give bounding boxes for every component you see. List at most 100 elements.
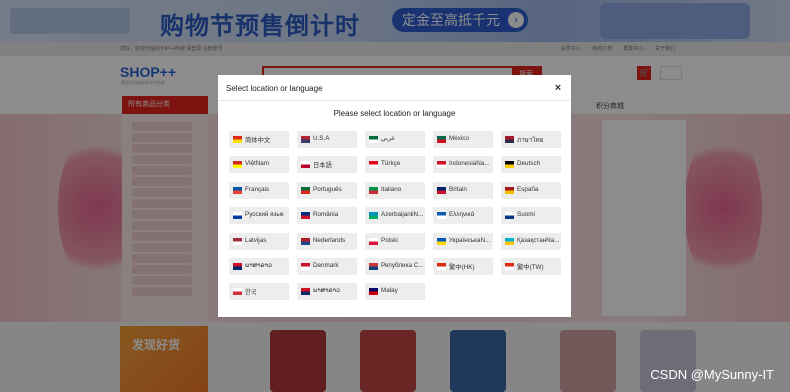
language-option[interactable]: ҚазақстанNa... <box>501 232 561 250</box>
language-option-label: Русский язык <box>245 211 284 219</box>
language-option-label: U.S.A <box>313 135 330 142</box>
language-option[interactable]: Deutsch <box>501 156 561 174</box>
language-option[interactable]: Türkçe <box>365 156 425 174</box>
language-option-label: ภาษาไทย <box>517 137 544 144</box>
language-option[interactable]: Italiano <box>365 181 425 199</box>
dialog-title: Select location or language <box>226 84 323 93</box>
language-option-label: Suomi <box>517 211 535 219</box>
language-option-label: România <box>313 211 339 219</box>
flag-icon <box>505 136 514 143</box>
flag-icon <box>301 237 310 245</box>
language-option-label: AzerbaijanliN... <box>381 211 423 219</box>
language-option-label: Italiano <box>381 185 402 193</box>
flag-icon <box>505 263 514 270</box>
language-option[interactable]: Português <box>297 181 357 199</box>
flag-icon <box>437 263 446 270</box>
flag-icon <box>233 263 242 270</box>
language-option[interactable]: ພາສາລາວ <box>229 258 289 275</box>
language-option[interactable]: 日本語 <box>297 156 357 174</box>
flag-icon <box>437 186 446 194</box>
language-option-label: México <box>449 135 469 142</box>
language-option[interactable]: 繁中(HK) <box>433 258 493 275</box>
close-icon[interactable]: × <box>551 81 565 95</box>
language-option[interactable]: Suomi <box>501 207 561 225</box>
language-option-label: 日本語 <box>313 162 332 170</box>
watermark: CSDN @MySunny-IT <box>650 367 774 382</box>
language-option-label: Polski <box>381 236 398 244</box>
language-option-label: ພາສາລາວ <box>245 262 273 269</box>
language-option[interactable]: 한국 <box>229 283 289 301</box>
language-option[interactable]: España <box>501 181 561 199</box>
language-option-label: ҚазақстанNa... <box>517 236 559 244</box>
language-option-label: Nederlands <box>313 236 346 244</box>
language-option-label: عربي <box>381 135 396 142</box>
language-option[interactable]: Malay <box>365 283 425 301</box>
language-option[interactable]: Denmark <box>297 258 357 275</box>
flag-icon <box>233 237 242 245</box>
language-option[interactable]: ພາສາລາວ <box>297 283 357 301</box>
flag-icon <box>437 161 446 169</box>
flag-icon <box>369 212 378 220</box>
language-option-label: Português <box>313 185 342 193</box>
language-option[interactable]: УкраїнськаN... <box>433 232 493 250</box>
language-option[interactable]: AzerbaijanliN... <box>365 207 425 225</box>
flag-icon <box>369 288 378 296</box>
language-option[interactable]: عربي <box>365 131 425 148</box>
language-option-label: Ελληνικά <box>449 211 475 219</box>
language-option-label: Република С... <box>381 262 423 269</box>
flag-icon <box>437 212 446 220</box>
language-option[interactable]: Français <box>229 181 289 199</box>
language-option[interactable]: Britain <box>433 181 493 199</box>
flag-icon <box>301 263 310 270</box>
flag-icon <box>437 136 446 143</box>
language-option[interactable]: Ελληνικά <box>433 207 493 225</box>
flag-icon <box>233 288 242 296</box>
language-option-label: Britain <box>449 185 467 193</box>
language-option[interactable]: IndonesiaNa... <box>433 156 493 174</box>
language-option[interactable]: Latvijas <box>229 232 289 250</box>
language-option-label: Français <box>245 185 270 193</box>
language-option-label: Denmark <box>313 262 339 269</box>
language-option[interactable]: ViệtNam <box>229 156 289 174</box>
language-option[interactable]: Русский язык <box>229 207 289 225</box>
language-option-label: Türkçe <box>381 160 401 168</box>
flag-icon <box>369 186 378 194</box>
language-option[interactable]: Република С... <box>365 258 425 275</box>
flag-icon <box>369 161 378 169</box>
language-option[interactable]: Polski <box>365 232 425 250</box>
language-option[interactable]: U.S.A <box>297 131 357 148</box>
language-option[interactable]: México <box>433 131 493 148</box>
flag-icon <box>437 237 446 245</box>
language-option[interactable]: România <box>297 207 357 225</box>
language-option[interactable]: ภาษาไทย <box>501 131 561 148</box>
language-option[interactable]: 繁中(TW) <box>501 258 561 275</box>
language-option-label: 繁中(HK) <box>449 264 475 271</box>
language-option-label: 简体中文 <box>245 137 271 144</box>
language-option[interactable]: Nederlands <box>297 232 357 250</box>
language-dialog: Select location or language × Please sel… <box>218 75 571 317</box>
language-option-label: IndonesiaNa... <box>449 160 490 168</box>
language-option-label: ViệtNam <box>245 160 270 168</box>
flag-icon <box>233 161 242 169</box>
flag-icon <box>301 288 310 296</box>
flag-icon <box>233 186 242 194</box>
flag-icon <box>301 212 310 220</box>
flag-icon <box>301 186 310 194</box>
flag-icon <box>233 136 242 143</box>
dialog-subtitle: Please select location or language <box>333 109 456 118</box>
language-option-label: 繁中(TW) <box>517 264 544 271</box>
flag-icon <box>505 161 514 169</box>
flag-icon <box>233 212 242 220</box>
language-option-label: Malay <box>381 287 398 295</box>
flag-icon <box>505 212 514 220</box>
flag-icon <box>301 136 310 143</box>
language-option[interactable]: 简体中文 <box>229 131 289 148</box>
language-option-label: Deutsch <box>517 160 541 168</box>
language-option-label: ພາສາລາວ <box>313 287 341 295</box>
language-option-label: Latvijas <box>245 236 267 244</box>
flag-icon <box>369 237 378 245</box>
language-option-label: España <box>517 185 539 193</box>
flag-icon <box>301 161 310 169</box>
flag-icon <box>369 136 378 143</box>
flag-icon <box>505 237 514 245</box>
